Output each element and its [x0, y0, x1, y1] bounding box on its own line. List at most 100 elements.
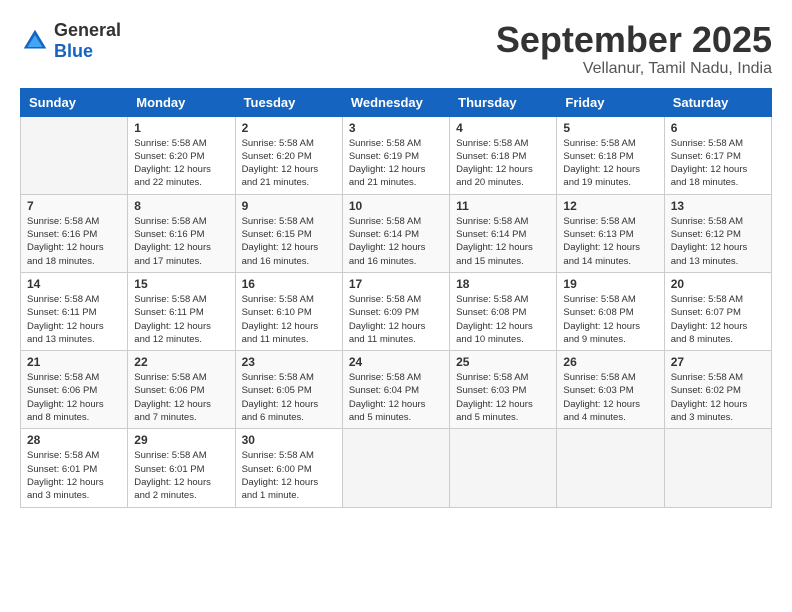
day-info: Sunrise: 5:58 AMSunset: 6:16 PMDaylight:…: [134, 215, 228, 268]
calendar-cell: 11Sunrise: 5:58 AMSunset: 6:14 PMDayligh…: [450, 194, 557, 272]
day-number: 17: [349, 277, 443, 291]
day-number: 3: [349, 121, 443, 135]
calendar-header-friday: Friday: [557, 88, 664, 116]
calendar-cell: 15 Sunrise: 5:58 AMSunset: 6:11 PMDayligh…: [128, 272, 235, 350]
calendar-header-monday: Monday: [128, 88, 235, 116]
day-number: 27: [671, 355, 765, 369]
calendar-cell: 16 Sunrise: 5:58 AMSunset: 6:10 PMDayligh…: [235, 272, 342, 350]
day-info: Sunrise: 5:58 AMSunset: 6:08 PMDaylight:…: [456, 293, 550, 346]
day-info: Sunrise: 5:58 AMSunset: 6:01 PMDaylight:…: [134, 449, 228, 502]
calendar-cell: 28 Sunrise: 5:58 AMSunset: 6:01 PMDayligh…: [21, 429, 128, 507]
day-info: Sunrise: 5:58 AMSunset: 6:20 PMDaylight:…: [134, 137, 228, 190]
day-info: Sunrise: 5:58 AMSunset: 6:01 PMDaylight:…: [27, 449, 121, 502]
day-number: 12: [563, 199, 657, 213]
calendar-cell: 23Sunrise: 5:58 AMSunset: 6:05 PMDayligh…: [235, 351, 342, 429]
calendar-header-thursday: Thursday: [450, 88, 557, 116]
day-number: 22: [134, 355, 228, 369]
calendar-cell: 17 Sunrise: 5:58 AMSunset: 6:09 PMDayligh…: [342, 272, 449, 350]
day-info: Sunrise: 5:58 AMSunset: 6:06 PMDaylight:…: [27, 371, 121, 424]
day-info: Sunrise: 5:58 AMSunset: 6:14 PMDaylight:…: [456, 215, 550, 268]
calendar-cell: 12 Sunrise: 5:58 AMSunset: 6:13 PMDayligh…: [557, 194, 664, 272]
day-number: 19: [563, 277, 657, 291]
day-info: Sunrise: 5:58 AMSunset: 6:03 PMDaylight:…: [563, 371, 657, 424]
day-info: Sunrise: 5:58 AMSunset: 6:17 PMDaylight:…: [671, 137, 765, 190]
day-number: 18: [456, 277, 550, 291]
calendar-cell: 14Sunrise: 5:58 AMSunset: 6:11 PMDayligh…: [21, 272, 128, 350]
day-info: Sunrise: 5:58 AMSunset: 6:14 PMDaylight:…: [349, 215, 443, 268]
day-info: Sunrise: 5:58 AMSunset: 6:13 PMDaylight:…: [563, 215, 657, 268]
day-number: 10: [349, 199, 443, 213]
day-number: 8: [134, 199, 228, 213]
day-number: 25: [456, 355, 550, 369]
day-number: 5: [563, 121, 657, 135]
calendar-cell: 21 Sunrise: 5:58 AMSunset: 6:06 PMDayligh…: [21, 351, 128, 429]
day-info: Sunrise: 5:58 AMSunset: 6:09 PMDaylight:…: [349, 293, 443, 346]
calendar-week-3: 21 Sunrise: 5:58 AMSunset: 6:06 PMDayligh…: [21, 351, 772, 429]
calendar-cell: 24 Sunrise: 5:58 AMSunset: 6:04 PMDayligh…: [342, 351, 449, 429]
month-title: September 2025: [496, 20, 772, 60]
calendar-cell: 25Sunrise: 5:58 AMSunset: 6:03 PMDayligh…: [450, 351, 557, 429]
calendar-week-2: 14 Sunrise: 5:58 AMSunset: 6:11 PMDayligh…: [21, 272, 772, 350]
day-number: 14: [27, 277, 121, 291]
day-info: Sunrise: 5:58 AMSunset: 6:12 PMDaylight:…: [671, 215, 765, 268]
day-number: 21: [27, 355, 121, 369]
calendar-cell: 3 Sunrise: 5:58 AMSunset: 6:19 PMDaylight…: [342, 116, 449, 194]
calendar-week-0: 1 Sunrise: 5:58 AMSunset: 6:20 PMDaylight…: [21, 116, 772, 194]
calendar-header-saturday: Saturday: [664, 88, 771, 116]
calendar-cell: [557, 429, 664, 507]
day-info: Sunrise: 5:58 AMSunset: 6:02 PMDaylight:…: [671, 371, 765, 424]
day-number: 2: [242, 121, 336, 135]
day-info: Sunrise: 5:58 AMSunset: 6:06 PMDaylight:…: [134, 371, 228, 424]
calendar-cell: [342, 429, 449, 507]
calendar-week-1: 7Sunrise: 5:58 AMSunset: 6:16 PMDaylight…: [21, 194, 772, 272]
location-title: Vellanur, Tamil Nadu, India: [496, 60, 772, 78]
day-number: 15: [134, 277, 228, 291]
day-number: 16: [242, 277, 336, 291]
day-info: Sunrise: 5:58 AMSunset: 6:00 PMDaylight:…: [242, 449, 336, 502]
day-number: 4: [456, 121, 550, 135]
day-number: 29: [134, 433, 228, 447]
day-number: 23: [242, 355, 336, 369]
day-number: 24: [349, 355, 443, 369]
day-info: Sunrise: 5:58 AMSunset: 6:11 PMDaylight:…: [134, 293, 228, 346]
day-number: 28: [27, 433, 121, 447]
day-info: Sunrise: 5:58 AMSunset: 6:04 PMDaylight:…: [349, 371, 443, 424]
day-number: 20: [671, 277, 765, 291]
calendar-cell: 2Sunrise: 5:58 AMSunset: 6:20 PMDaylight…: [235, 116, 342, 194]
calendar-cell: 27 Sunrise: 5:58 AMSunset: 6:02 PMDayligh…: [664, 351, 771, 429]
logo-text-general: General: [54, 20, 121, 40]
calendar-cell: [450, 429, 557, 507]
day-number: 13: [671, 199, 765, 213]
calendar-cell: 6 Sunrise: 5:58 AMSunset: 6:17 PMDaylight…: [664, 116, 771, 194]
logo-icon: [20, 26, 50, 56]
day-info: Sunrise: 5:58 AMSunset: 6:18 PMDaylight:…: [563, 137, 657, 190]
day-info: Sunrise: 5:58 AMSunset: 6:16 PMDaylight:…: [27, 215, 121, 268]
calendar-cell: 5 Sunrise: 5:58 AMSunset: 6:18 PMDaylight…: [557, 116, 664, 194]
day-info: Sunrise: 5:58 AMSunset: 6:18 PMDaylight:…: [456, 137, 550, 190]
header: General Blue September 2025 Vellanur, Ta…: [20, 20, 772, 78]
day-number: 1: [134, 121, 228, 135]
calendar-cell: 19 Sunrise: 5:58 AMSunset: 6:08 PMDayligh…: [557, 272, 664, 350]
day-info: Sunrise: 5:58 AMSunset: 6:10 PMDaylight:…: [242, 293, 336, 346]
day-info: Sunrise: 5:58 AMSunset: 6:08 PMDaylight:…: [563, 293, 657, 346]
day-number: 9: [242, 199, 336, 213]
day-number: 30: [242, 433, 336, 447]
calendar-week-4: 28 Sunrise: 5:58 AMSunset: 6:01 PMDayligh…: [21, 429, 772, 507]
calendar-body: 1 Sunrise: 5:58 AMSunset: 6:20 PMDaylight…: [21, 116, 772, 507]
calendar-cell: 1 Sunrise: 5:58 AMSunset: 6:20 PMDaylight…: [128, 116, 235, 194]
calendar-cell: 13 Sunrise: 5:58 AMSunset: 6:12 PMDayligh…: [664, 194, 771, 272]
calendar-header-wednesday: Wednesday: [342, 88, 449, 116]
calendar-cell: 7Sunrise: 5:58 AMSunset: 6:16 PMDaylight…: [21, 194, 128, 272]
calendar-cell: [664, 429, 771, 507]
calendar-cell: 30 Sunrise: 5:58 AMSunset: 6:00 PMDayligh…: [235, 429, 342, 507]
day-number: 6: [671, 121, 765, 135]
calendar-header-sunday: Sunday: [21, 88, 128, 116]
calendar: SundayMondayTuesdayWednesdayThursdayFrid…: [20, 88, 772, 508]
calendar-cell: 4 Sunrise: 5:58 AMSunset: 6:18 PMDaylight…: [450, 116, 557, 194]
logo: General Blue: [20, 20, 121, 62]
calendar-cell: 9Sunrise: 5:58 AMSunset: 6:15 PMDaylight…: [235, 194, 342, 272]
title-area: September 2025 Vellanur, Tamil Nadu, Ind…: [496, 20, 772, 78]
calendar-cell: 18 Sunrise: 5:58 AMSunset: 6:08 PMDayligh…: [450, 272, 557, 350]
day-info: Sunrise: 5:58 AMSunset: 6:19 PMDaylight:…: [349, 137, 443, 190]
calendar-cell: 8 Sunrise: 5:58 AMSunset: 6:16 PMDaylight…: [128, 194, 235, 272]
